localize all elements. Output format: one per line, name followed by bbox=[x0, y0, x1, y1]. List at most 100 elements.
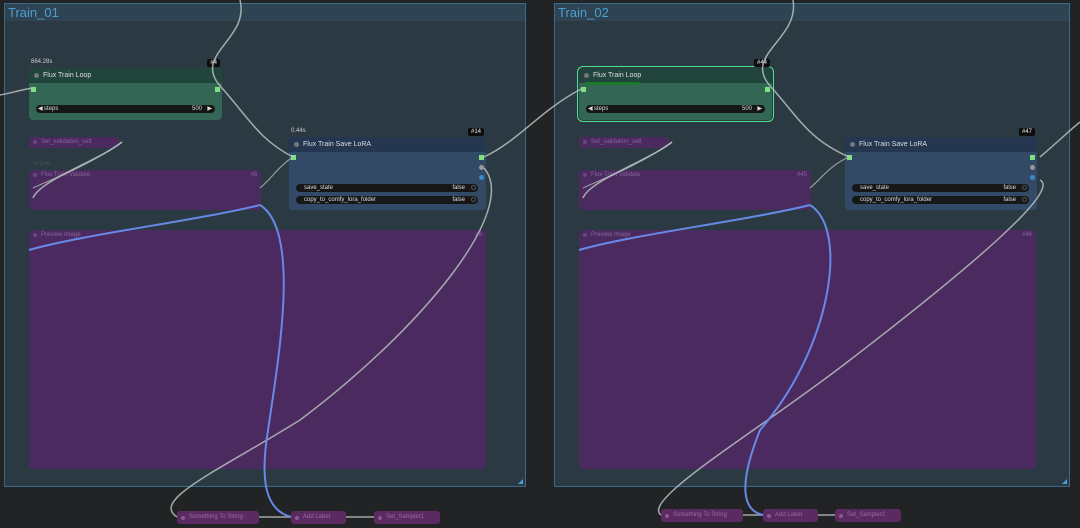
node-header[interactable]: Flux Train Save LoRA bbox=[289, 137, 486, 152]
widget-value: false bbox=[452, 185, 465, 191]
steps-widget[interactable]: ◀ steps 500 ▶ bbox=[586, 105, 765, 113]
save-state-toggle[interactable]: save_state false bbox=[852, 184, 1029, 192]
collapse-dot-icon[interactable] bbox=[33, 233, 37, 237]
widget-label: copy_to_comfy_lora_folder bbox=[860, 197, 933, 203]
collapse-dot-icon[interactable] bbox=[295, 516, 299, 520]
node-set-sampler[interactable]: Set_Sampler2 bbox=[835, 509, 901, 522]
output-socket[interactable] bbox=[765, 87, 770, 92]
node-title: Flux Train Validate bbox=[29, 170, 261, 181]
node-header[interactable]: Flux Train Loop bbox=[29, 68, 222, 83]
toggle-icon[interactable] bbox=[471, 197, 476, 202]
collapse-dot-icon[interactable] bbox=[181, 516, 185, 520]
node-timing: 572.4s bbox=[33, 161, 52, 167]
node-title: Preview Image bbox=[29, 230, 486, 241]
input-socket[interactable] bbox=[31, 87, 36, 92]
node-title: Flux Train Loop bbox=[43, 72, 92, 79]
node-id-badge: #47 bbox=[1018, 128, 1035, 136]
output-socket[interactable] bbox=[1030, 165, 1035, 170]
increment-arrow-icon[interactable]: ▶ bbox=[757, 105, 762, 113]
widget-label: steps bbox=[44, 106, 59, 112]
collapse-dot-icon[interactable] bbox=[839, 514, 843, 518]
progress-bar bbox=[585, 82, 639, 85]
output-socket[interactable] bbox=[479, 175, 484, 180]
node-id-badge: #44 bbox=[753, 59, 770, 67]
node-set-sampler[interactable]: Set_Sampler1 bbox=[374, 511, 440, 524]
node-id-badge: #4 bbox=[207, 59, 220, 67]
output-socket[interactable] bbox=[479, 155, 484, 160]
node-id-badge: #14 bbox=[467, 128, 484, 136]
node-flux-train-loop[interactable]: #44 Flux Train Loop ◀ steps 500 ▶ bbox=[577, 59, 774, 122]
collapse-dot-icon[interactable] bbox=[583, 140, 587, 144]
collapse-dot-icon[interactable] bbox=[583, 173, 587, 177]
node-preview-image[interactable]: Preview Image #46 bbox=[579, 230, 1036, 469]
output-socket[interactable] bbox=[1030, 175, 1035, 180]
widget-value: 500 bbox=[741, 106, 752, 112]
toggle-icon[interactable] bbox=[471, 185, 476, 190]
input-socket[interactable] bbox=[581, 87, 586, 92]
collapse-dot-icon[interactable] bbox=[33, 173, 37, 177]
steps-widget[interactable]: ◀ steps 500 ▶ bbox=[36, 105, 215, 113]
node-id-badge: #46 bbox=[1021, 232, 1032, 238]
node-title: Preview Image bbox=[579, 230, 1036, 241]
group-title[interactable]: Train_01 bbox=[5, 4, 525, 21]
node-header[interactable]: Flux Train Save LoRA bbox=[845, 137, 1037, 152]
collapse-dot-icon[interactable] bbox=[33, 140, 37, 144]
collapse-dot-icon[interactable] bbox=[850, 142, 855, 147]
node-flux-train-save-lora[interactable]: #47 Flux Train Save LoRA save_state fals… bbox=[845, 128, 1037, 210]
collapse-dot-icon[interactable] bbox=[767, 514, 771, 518]
node-flux-train-save-lora[interactable]: 0.44s #14 Flux Train Save LoRA save_stat… bbox=[289, 128, 486, 210]
node-title: Flux Train Validate bbox=[579, 170, 811, 181]
widget-label: copy_to_comfy_lora_folder bbox=[304, 197, 377, 203]
decrement-arrow-icon[interactable]: ◀ bbox=[38, 105, 43, 113]
node-timing: 864.28s bbox=[31, 59, 53, 65]
decrement-arrow-icon[interactable]: ◀ bbox=[588, 105, 593, 113]
node-set-validation-settings[interactable]: Set_validation_sett bbox=[579, 137, 669, 148]
node-title: Flux Train Save LoRA bbox=[303, 141, 372, 148]
collapse-dot-icon[interactable] bbox=[665, 514, 669, 518]
node-header[interactable]: Flux Train Loop bbox=[579, 68, 772, 83]
node-flux-train-loop[interactable]: 864.28s #4 Flux Train Loop ◀ steps 500 ▶ bbox=[29, 59, 222, 120]
output-socket[interactable] bbox=[215, 87, 220, 92]
widget-value: false bbox=[452, 197, 465, 203]
widget-label: steps bbox=[594, 106, 609, 112]
group-title[interactable]: Train_02 bbox=[555, 4, 1069, 21]
collapse-dot-icon[interactable] bbox=[584, 73, 589, 78]
node-title: Flux Train Save LoRA bbox=[859, 141, 928, 148]
copy-to-comfy-toggle[interactable]: copy_to_comfy_lora_folder false bbox=[852, 196, 1029, 204]
node-title: Set_validation_sett bbox=[579, 137, 669, 148]
node-title: Set_validation_sett bbox=[29, 137, 119, 148]
widget-value: false bbox=[1003, 197, 1016, 203]
collapse-dot-icon[interactable] bbox=[378, 516, 382, 520]
widget-value: false bbox=[1003, 185, 1016, 191]
node-id-badge: #45 bbox=[796, 172, 807, 178]
node-add-label[interactable]: Add Label bbox=[763, 509, 818, 522]
node-something-to-string[interactable]: Something To String bbox=[661, 509, 743, 522]
output-socket[interactable] bbox=[479, 165, 484, 170]
collapse-dot-icon[interactable] bbox=[583, 233, 587, 237]
copy-to-comfy-toggle[interactable]: copy_to_comfy_lora_folder false bbox=[296, 196, 478, 204]
node-title: Flux Train Loop bbox=[593, 72, 642, 79]
node-add-label[interactable]: Add Label bbox=[291, 511, 346, 524]
toggle-icon[interactable] bbox=[1022, 197, 1027, 202]
node-timing: 0.44s bbox=[291, 128, 306, 134]
node-id-badge: #8 bbox=[250, 172, 257, 178]
widget-label: save_state bbox=[304, 185, 334, 191]
node-something-to-string[interactable]: Something To String bbox=[177, 511, 259, 524]
toggle-icon[interactable] bbox=[1022, 185, 1027, 190]
node-set-validation-settings[interactable]: Set_validation_sett bbox=[29, 137, 119, 148]
collapse-dot-icon[interactable] bbox=[34, 73, 39, 78]
collapse-dot-icon[interactable] bbox=[294, 142, 299, 147]
output-socket[interactable] bbox=[1030, 155, 1035, 160]
save-state-toggle[interactable]: save_state false bbox=[296, 184, 478, 192]
widget-label: save_state bbox=[860, 185, 890, 191]
input-socket[interactable] bbox=[847, 155, 852, 160]
node-flux-train-validate[interactable]: 572.4s Flux Train Validate #8 bbox=[29, 161, 261, 210]
resize-grip-icon[interactable] bbox=[1062, 479, 1067, 484]
node-preview-image[interactable]: Preview Image #9 bbox=[29, 230, 486, 469]
resize-grip-icon[interactable] bbox=[518, 479, 523, 484]
widget-value: 500 bbox=[191, 106, 202, 112]
node-flux-train-validate[interactable]: Flux Train Validate #45 bbox=[579, 170, 811, 210]
increment-arrow-icon[interactable]: ▶ bbox=[207, 105, 212, 113]
node-id-badge: #9 bbox=[475, 232, 482, 238]
input-socket[interactable] bbox=[291, 155, 296, 160]
